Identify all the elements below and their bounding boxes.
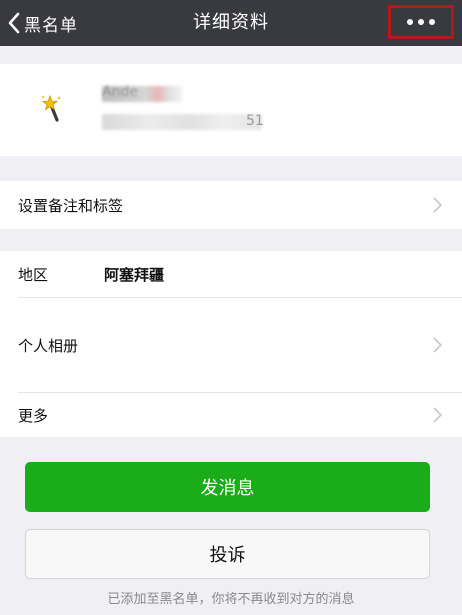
more-dots-icon-dot [418, 19, 424, 25]
more-dots-icon-dot [429, 19, 435, 25]
nickname: Ande [102, 84, 138, 100]
more-label: 更多 [18, 406, 49, 425]
chevron-right-icon [433, 337, 442, 353]
back-label: 黑名单 [24, 15, 78, 36]
send-message-button[interactable]: 发消息 [25, 462, 430, 512]
region-value: 阿塞拜疆 [104, 265, 165, 284]
info-group: 地区 阿塞拜疆 个人相册 更多 [0, 251, 462, 437]
region-label: 地区 [18, 265, 49, 284]
more-row[interactable]: 更多 [0, 393, 462, 437]
profile-card: Ande 51 [0, 64, 462, 156]
more-options-button[interactable] [388, 5, 454, 39]
back-button[interactable]: 黑名单 [8, 0, 78, 46]
avatar[interactable] [20, 74, 88, 142]
chevron-right-icon [433, 407, 442, 423]
wechat-id-mosaic [102, 114, 262, 130]
more-dots-icon [407, 19, 413, 25]
personal-album-row[interactable]: 个人相册 [0, 298, 462, 392]
remark-and-tags-label: 设置备注和标签 [18, 196, 124, 215]
wechat-id: 51 [246, 113, 264, 129]
personal-album-label: 个人相册 [18, 336, 79, 355]
chevron-right-icon [433, 197, 442, 213]
blacklist-notice: 已添加至黑名单，你将不再收到对方的消息 [107, 592, 355, 607]
chevron-left-icon [8, 12, 20, 34]
region-row: 地区 阿塞拜疆 [0, 251, 462, 297]
navigation-bar: 黑名单 详细资料 [0, 0, 462, 46]
remark-and-tags-row[interactable]: 设置备注和标签 [0, 181, 462, 229]
report-button[interactable]: 投诉 [25, 529, 430, 579]
magic-wand-icon [41, 94, 61, 122]
